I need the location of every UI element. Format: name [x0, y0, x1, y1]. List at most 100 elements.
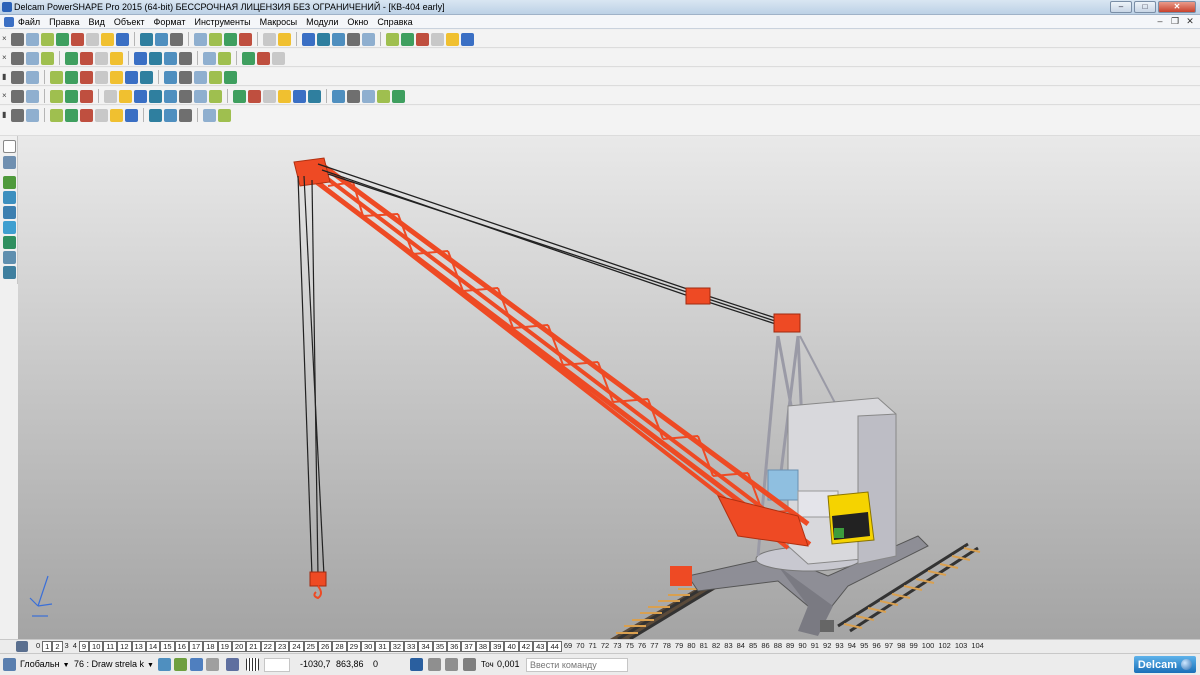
view-tool-icon[interactable] [203, 51, 216, 65]
edit-tool-icon[interactable] [104, 89, 117, 103]
layer-button[interactable]: 96 [870, 641, 882, 652]
solid-tool-icon[interactable] [11, 108, 24, 122]
object-tool-icon[interactable] [209, 70, 222, 84]
layer-button[interactable]: 40 [504, 641, 519, 652]
layer-button[interactable]: 103 [953, 641, 970, 652]
layer-button[interactable]: 13 [131, 641, 146, 652]
layer-button[interactable]: 2 [52, 641, 63, 652]
menu-item-9[interactable]: Справка [377, 17, 412, 27]
view-tool-icon[interactable] [164, 51, 177, 65]
object-tool-icon[interactable] [95, 70, 108, 84]
menu-item-0[interactable]: Файл [18, 17, 40, 27]
text-icon[interactable] [3, 266, 16, 279]
close-button[interactable]: ✕ [1158, 1, 1196, 13]
edit-tool-icon[interactable] [278, 89, 291, 103]
solid-tool-icon[interactable] [164, 108, 177, 122]
object-tool-icon[interactable] [50, 70, 63, 84]
layer-button[interactable]: 75 [624, 641, 636, 652]
arc-icon[interactable] [3, 191, 16, 204]
general-tool-icon[interactable] [362, 32, 375, 46]
layer-button[interactable]: 14 [145, 641, 161, 652]
general-tool-icon[interactable] [209, 32, 222, 46]
general-tool-icon[interactable] [86, 32, 99, 46]
view-tool-icon[interactable] [242, 51, 255, 65]
layer-button[interactable]: 84 [735, 641, 747, 652]
view-tool-icon[interactable] [11, 51, 24, 65]
layer-button[interactable]: 104 [969, 641, 986, 652]
surface-icon[interactable] [3, 221, 16, 234]
edit-tool-icon[interactable] [392, 89, 405, 103]
object-tool-icon[interactable] [179, 70, 192, 84]
layer-button[interactable]: 91 [809, 641, 821, 652]
solid-tool-icon[interactable] [218, 108, 231, 122]
list-icon[interactable] [410, 658, 423, 671]
layer-button[interactable]: 85 [747, 641, 759, 652]
edit-tool-icon[interactable] [80, 89, 93, 103]
layer-button[interactable]: 28 [332, 641, 347, 652]
edit-tool-icon[interactable] [65, 89, 78, 103]
general-tool-icon[interactable] [56, 32, 69, 46]
general-tool-icon[interactable] [101, 32, 114, 46]
layer-button[interactable]: 12 [117, 641, 132, 652]
solid-tool-icon[interactable] [50, 108, 63, 122]
object-tool-icon[interactable] [224, 70, 237, 84]
select-arrow-icon[interactable] [3, 140, 16, 153]
curve-icon[interactable] [3, 206, 16, 219]
graphics-viewport[interactable] [18, 136, 1200, 639]
edit-tool-icon[interactable] [248, 89, 261, 103]
object-tool-icon[interactable] [164, 70, 177, 84]
view-tool-icon[interactable] [41, 51, 54, 65]
layer-button[interactable]: 4 [71, 641, 79, 652]
layer-button[interactable]: 29 [346, 641, 362, 652]
toolbar-grip-icon[interactable]: ▮ [2, 72, 10, 81]
table-icon[interactable] [445, 658, 458, 671]
layer-button[interactable]: 18 [203, 641, 218, 652]
solid-tool-icon[interactable] [95, 108, 108, 122]
object-tool-icon[interactable] [65, 70, 78, 84]
doc-restore-button[interactable]: ❐ [1169, 16, 1181, 27]
layer-button[interactable]: 37 [461, 641, 476, 652]
layer-button[interactable]: 10 [89, 641, 104, 652]
dimension-icon[interactable] [3, 251, 16, 264]
layer-button[interactable]: 0 [34, 641, 42, 652]
toolbar-grip-icon[interactable]: ▮ [2, 110, 10, 119]
layer-button[interactable]: 43 [533, 641, 548, 652]
layer-button[interactable]: 92 [821, 641, 833, 652]
general-tool-icon[interactable] [302, 32, 315, 46]
layer-button[interactable]: 23 [274, 641, 290, 652]
calculator-icon[interactable] [428, 658, 441, 671]
toolbar-close-icon[interactable]: × [2, 53, 10, 62]
menu-item-5[interactable]: Инструменты [194, 17, 250, 27]
view-tool-icon[interactable] [218, 51, 231, 65]
view-tool-icon[interactable] [257, 51, 270, 65]
edit-tool-icon[interactable] [119, 89, 132, 103]
object-tool-icon[interactable] [11, 70, 24, 84]
menu-item-1[interactable]: Правка [49, 17, 79, 27]
general-tool-icon[interactable] [239, 32, 252, 46]
edit-tool-icon[interactable] [179, 89, 192, 103]
layer-button[interactable]: 80 [685, 641, 697, 652]
general-tool-icon[interactable] [155, 32, 168, 46]
layer-button[interactable]: 35 [432, 641, 448, 652]
layer-button[interactable]: 100 [920, 641, 937, 652]
edit-tool-icon[interactable] [233, 89, 246, 103]
menu-item-3[interactable]: Объект [114, 17, 145, 27]
layer-button[interactable]: 93 [833, 641, 845, 652]
toolbar-close-icon[interactable]: × [2, 34, 10, 43]
layer-button[interactable]: 95 [858, 641, 870, 652]
surface-display-icon[interactable] [174, 658, 187, 671]
layer-button[interactable]: 99 [907, 641, 919, 652]
edit-tool-icon[interactable] [194, 89, 207, 103]
layer-button[interactable]: 25 [303, 641, 318, 652]
edit-tool-icon[interactable] [149, 89, 162, 103]
command-input[interactable]: Ввести команду [526, 658, 628, 672]
doc-close-button[interactable]: ✕ [1184, 16, 1196, 27]
layer-button[interactable]: 26 [317, 641, 333, 652]
workplane-icon[interactable] [3, 658, 16, 671]
layer-button[interactable]: 76 [636, 641, 648, 652]
doc-minimize-button[interactable]: – [1154, 16, 1166, 27]
solid-icon[interactable] [3, 236, 16, 249]
layer-button[interactable]: 89 [784, 641, 796, 652]
solid-display-icon[interactable] [158, 658, 171, 671]
general-tool-icon[interactable] [386, 32, 399, 46]
